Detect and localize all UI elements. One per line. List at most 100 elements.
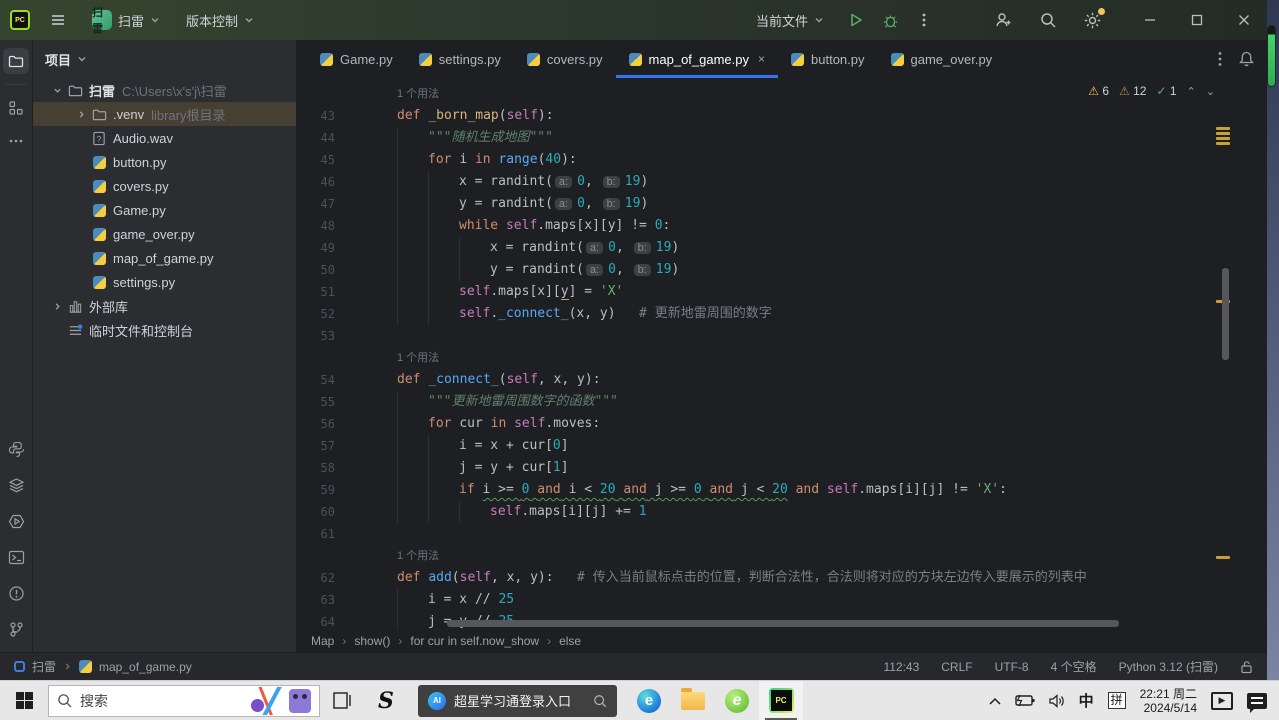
close-button[interactable]: [1220, 0, 1267, 40]
debug-button[interactable]: [882, 12, 899, 29]
tray-clock[interactable]: 22:21 周二 2024/5/14: [1140, 687, 1197, 715]
vcs-widget[interactable]: 版本控制: [180, 7, 260, 34]
status-project[interactable]: 扫雷: [32, 658, 56, 675]
status-item[interactable]: 112:43: [883, 660, 919, 674]
chevron-down-icon: [814, 15, 824, 25]
tab-map_of_game.py[interactable]: map_of_game.py×: [616, 40, 778, 78]
code-token: self: [827, 482, 858, 497]
code-token: .maps[x][: [490, 284, 560, 299]
stripe-marker[interactable]: [1216, 132, 1230, 135]
tray-expand-chevron-icon[interactable]: [989, 697, 1001, 705]
tree-item-扫雷[interactable]: 扫雷C:\Users\x's'j\扫雷: [33, 78, 296, 102]
more-tool-windows-button[interactable]: [3, 131, 29, 151]
breadcrumb-item[interactable]: Map: [311, 634, 334, 648]
inspections-widget[interactable]: ⚠ 6 ⚠ 12 ✓ 1 ⌃ ⌄: [1088, 84, 1215, 98]
tree-item-game_over.py[interactable]: game_over.py: [33, 222, 296, 246]
action-center-icon[interactable]: [1247, 693, 1267, 709]
horizontal-scrollbar[interactable]: [447, 620, 1119, 627]
tree-item-临时文件和控制台[interactable]: 临时文件和控制台: [33, 318, 296, 342]
tab-close-icon[interactable]: ×: [758, 52, 765, 66]
python-packages-tool-button[interactable]: [3, 436, 29, 462]
vertical-scrollbar[interactable]: [1222, 268, 1229, 360]
tab-button.py[interactable]: button.py: [778, 40, 878, 78]
breadcrumb-item[interactable]: show(): [354, 634, 390, 648]
python-console-tool-button[interactable]: [3, 472, 29, 498]
tree-item-外部库[interactable]: 外部库: [33, 294, 296, 318]
next-problem-button[interactable]: ⌄: [1206, 85, 1215, 98]
pycharm-logo-icon: PC: [10, 10, 30, 30]
chevron-closed-icon[interactable]: [73, 110, 89, 119]
task-view-button[interactable]: [320, 681, 364, 720]
pycharm-taskbar-button[interactable]: PC: [759, 681, 803, 720]
tab-options-icon[interactable]: [1218, 51, 1222, 67]
green-browser-button[interactable]: e: [715, 681, 759, 720]
tab-settings.py[interactable]: settings.py: [406, 40, 514, 78]
ime-language-indicator[interactable]: 中: [1079, 690, 1094, 711]
code-with-me-button[interactable]: [995, 11, 1013, 29]
tree-item-label: 临时文件和控制台: [89, 321, 193, 340]
start-button[interactable]: [0, 681, 48, 720]
chaoxing-widget[interactable]: AI 超星学习通登录入口: [418, 685, 617, 717]
pycharm-app-icon: PC: [769, 688, 794, 713]
usage-hint[interactable]: 1 个用法: [397, 550, 439, 562]
usage-hint[interactable]: 1 个用法: [397, 88, 439, 100]
problems-tool-button[interactable]: [3, 580, 29, 606]
line-number: 50: [297, 259, 397, 281]
more-icon: [8, 138, 24, 144]
taskbar-search-input[interactable]: 搜索: [48, 685, 320, 717]
tree-item-settings.py[interactable]: settings.py: [33, 270, 296, 294]
code-editor[interactable]: 1 个用法43def _born_map(self):44"""随机生成地图""…: [297, 78, 1267, 630]
notifications-bell-icon[interactable]: [1238, 50, 1255, 68]
more-actions-button[interactable]: [917, 12, 931, 28]
breadcrumb-item[interactable]: for cur in self.now_show: [410, 634, 539, 648]
tab-covers.py[interactable]: covers.py: [514, 40, 616, 78]
services-tool-button[interactable]: [3, 508, 29, 534]
tree-item-.venv[interactable]: .venvlibrary根目录: [33, 102, 296, 126]
tree-item-Game.py[interactable]: Game.py: [33, 198, 296, 222]
settings-button[interactable]: [1083, 11, 1102, 30]
run-configuration-selector[interactable]: 当前文件: [750, 7, 830, 34]
status-item[interactable]: 4 个空格: [1051, 658, 1097, 675]
edge-button[interactable]: e: [627, 681, 671, 720]
stripe-marker[interactable]: [1216, 556, 1230, 559]
status-item[interactable]: CRLF: [941, 660, 972, 674]
status-item[interactable]: Python 3.12 (扫雷): [1119, 658, 1218, 675]
stripe-marker[interactable]: [1216, 137, 1230, 140]
line-number: 55: [297, 391, 397, 413]
status-item[interactable]: UTF-8: [995, 660, 1029, 674]
tree-item-button.py[interactable]: button.py: [33, 150, 296, 174]
speaker-icon[interactable]: [1049, 694, 1065, 708]
tree-item-covers.py[interactable]: covers.py: [33, 174, 296, 198]
stripe-marker[interactable]: [1216, 142, 1230, 145]
code-token: y = randint(: [459, 196, 553, 211]
battery-icon[interactable]: [1015, 694, 1035, 707]
chevron-open-icon[interactable]: [49, 86, 65, 95]
tab-game_over.py[interactable]: game_over.py: [878, 40, 1006, 78]
project-selector[interactable]: 扫雷 扫雷: [86, 6, 166, 34]
terminal-tool-button[interactable]: [3, 544, 29, 570]
video-player-tray-icon[interactable]: ▶: [1211, 692, 1233, 710]
stripe-marker[interactable]: [1216, 127, 1230, 130]
chevron-closed-icon[interactable]: [49, 302, 65, 311]
search-highlight-decoration[interactable]: [245, 687, 317, 715]
minimize-button[interactable]: [1126, 0, 1173, 40]
status-file[interactable]: map_of_game.py: [99, 660, 192, 674]
project-tool-button[interactable]: [3, 48, 29, 74]
chevron-down-icon[interactable]: [77, 54, 87, 64]
tab-Game.py[interactable]: Game.py: [307, 40, 406, 78]
maximize-button[interactable]: [1173, 0, 1220, 40]
structure-tool-button[interactable]: [3, 95, 29, 121]
main-menu-button[interactable]: [44, 8, 72, 32]
search-everywhere-button[interactable]: [1039, 11, 1057, 29]
run-button[interactable]: [848, 12, 864, 28]
version-control-tool-button[interactable]: [3, 616, 29, 642]
tree-item-Audio.wav[interactable]: ?Audio.wav: [33, 126, 296, 150]
lock-icon[interactable]: [1240, 660, 1253, 674]
ime-mode-indicator[interactable]: 拼: [1108, 692, 1126, 709]
breadcrumb-item[interactable]: else: [559, 634, 581, 648]
usage-hint[interactable]: 1 个用法: [397, 352, 439, 364]
file-explorer-button[interactable]: [671, 681, 715, 720]
s-app-button[interactable]: S: [364, 681, 408, 720]
prev-problem-button[interactable]: ⌃: [1187, 85, 1196, 98]
tree-item-map_of_game.py[interactable]: map_of_game.py: [33, 246, 296, 270]
